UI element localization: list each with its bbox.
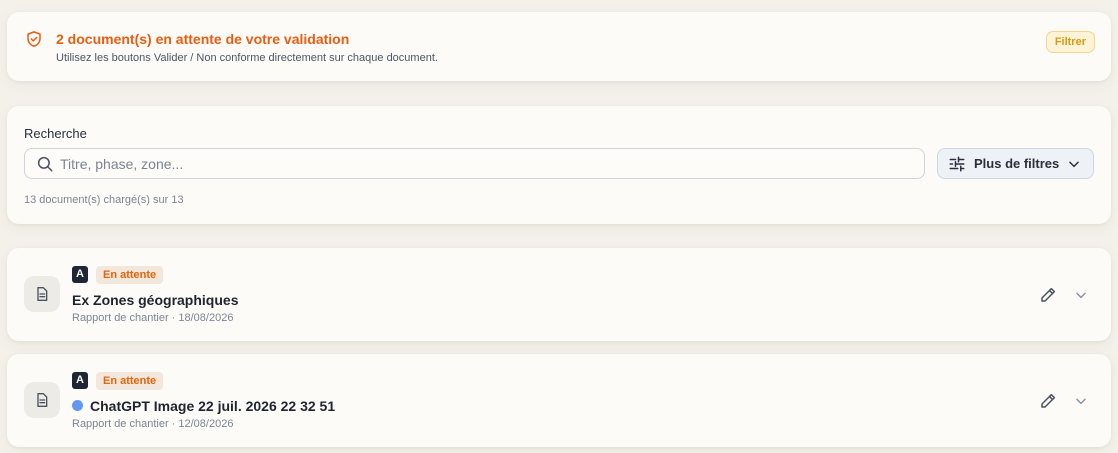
author-avatar: A [72,372,88,389]
search-panel: Recherche Plus de filtres 13 document(s)… [7,106,1111,224]
document-meta: Rapport de chantier · 18/08/2026 [72,312,234,324]
search-label: Recherche [24,126,87,141]
banner-title: 2 document(s) en attente de votre valida… [56,31,350,47]
status-dot [72,400,83,411]
document-card[interactable]: A En attente ChatGPT Image 22 juil. 2026… [7,354,1111,447]
document-card[interactable]: A En attente Ex Zones géographiques Rapp… [7,248,1111,341]
more-filters-button[interactable]: Plus de filtres [937,148,1094,179]
status-badge: En attente [96,266,164,284]
chevron-down-icon[interactable] [1074,394,1088,408]
status-badge: En attente [96,372,164,390]
document-icon [37,393,48,407]
search-icon [37,156,53,172]
chevron-down-icon[interactable] [1074,288,1088,302]
documents-count: 13 document(s) chargé(s) sur 13 [24,194,184,206]
file-icon-tile [24,382,60,418]
document-meta: Rapport de chantier · 12/08/2026 [72,418,234,430]
shield-check-icon [27,31,41,47]
sliders-icon [949,156,965,172]
chevron-down-icon [1069,161,1079,168]
document-title[interactable]: ChatGPT Image 22 juil. 2026 22 32 51 [90,398,335,414]
author-avatar: A [72,266,88,283]
search-input[interactable] [60,149,910,178]
search-field[interactable] [24,148,925,179]
filter-button[interactable]: Filtrer [1045,31,1095,53]
edit-pencil-icon[interactable] [1039,286,1057,304]
document-title[interactable]: Ex Zones géographiques [72,292,238,308]
document-icon [37,287,48,301]
edit-pencil-icon[interactable] [1039,392,1057,410]
pending-validation-banner: 2 document(s) en attente de votre valida… [7,12,1111,81]
more-filters-label: Plus de filtres [974,156,1060,171]
banner-subtitle: Utilisez les boutons Valider / Non confo… [56,52,438,64]
file-icon-tile [24,276,60,312]
